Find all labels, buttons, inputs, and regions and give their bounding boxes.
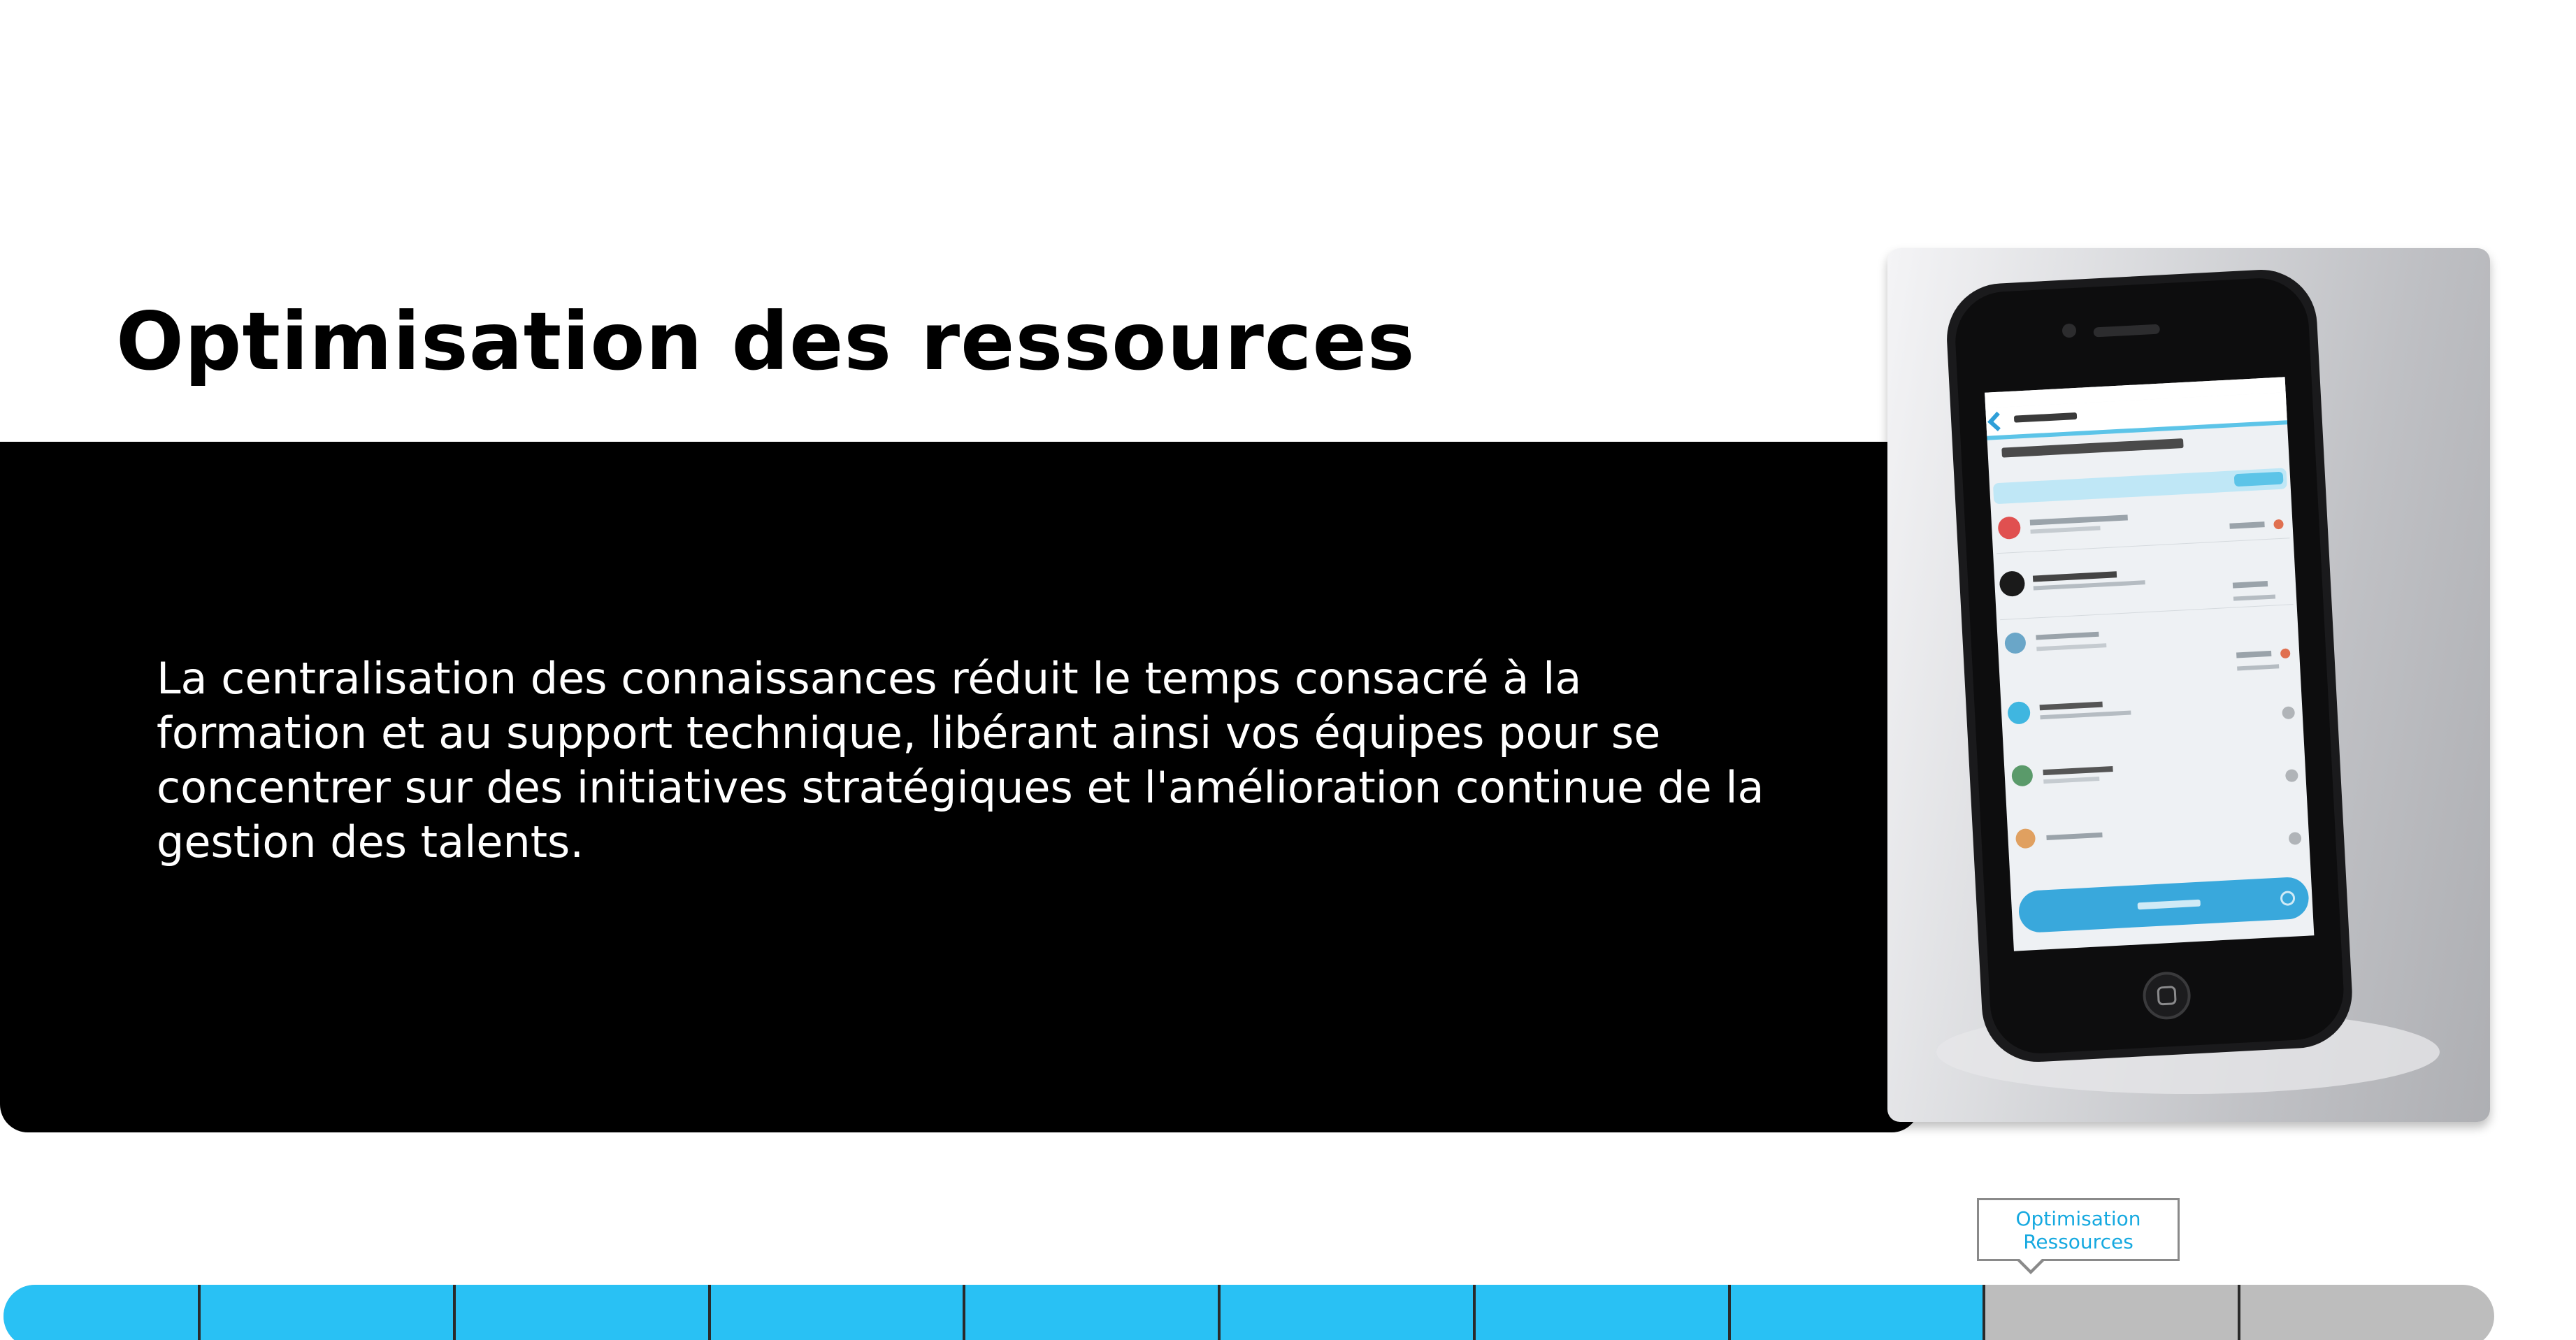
progress-step-divider: [963, 1285, 966, 1340]
smartphone-icon: [1936, 269, 2440, 1094]
phone-photo: [1887, 248, 2490, 1122]
progress-step-divider: [198, 1285, 201, 1340]
progress-fill: [3, 1285, 1985, 1340]
progress-step-divider: [707, 1285, 711, 1340]
tooltip-pointer-inner: [2017, 1257, 2044, 1270]
page-title: Optimisation des ressources: [116, 295, 1416, 388]
progress-step-divider: [2238, 1285, 2241, 1340]
progress-step-divider: [1727, 1285, 1731, 1340]
progress-current-label: Optimisation Ressources: [1977, 1198, 2180, 1261]
slide: Optimisation des ressources La centralis…: [0, 0, 2576, 1340]
progress-step-divider: [1472, 1285, 1476, 1340]
progress-step-divider: [1983, 1285, 1986, 1340]
progress-step-divider: [1218, 1285, 1221, 1340]
body-text: La centralisation des connaissances rédu…: [157, 653, 1764, 867]
progress-bar: [3, 1285, 2494, 1340]
progress-step-divider: [452, 1285, 456, 1340]
